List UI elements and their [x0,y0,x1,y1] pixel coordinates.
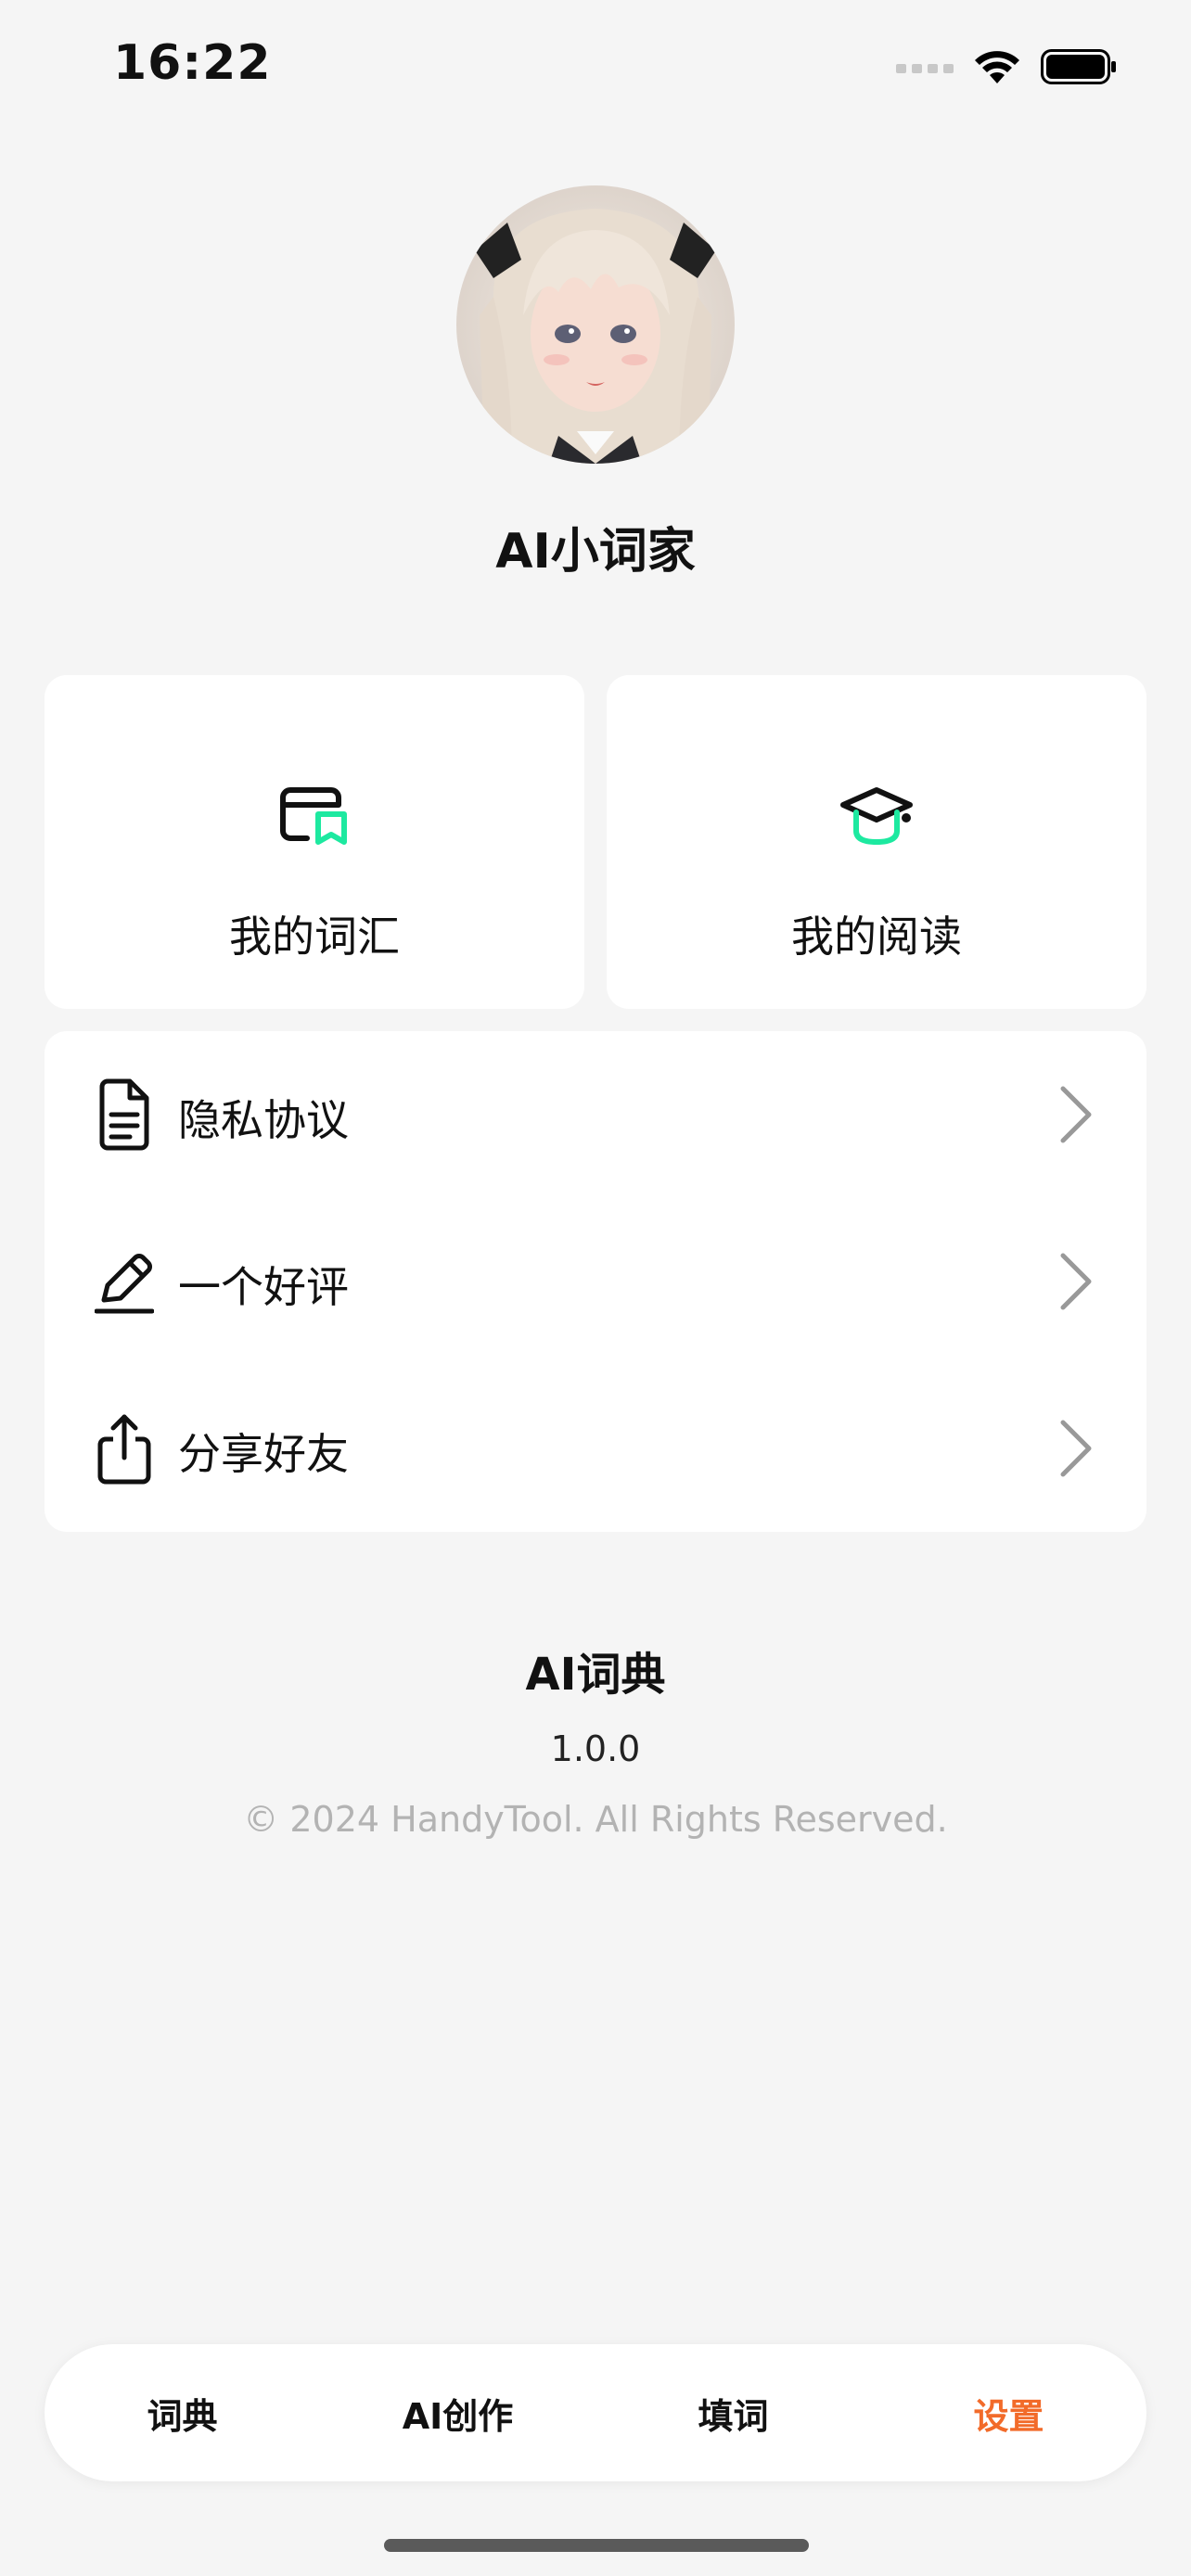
my-vocabulary-label: 我的词汇 [229,912,400,962]
wordbook-icon [280,787,347,845]
rating-label: 一个好评 [178,1262,349,1312]
tab-settings[interactable]: 设置 [871,2344,1146,2481]
share-label: 分享好友 [178,1429,349,1479]
settings-list: 隐私协议 一个好评 分享好友 [45,1031,1146,1532]
status-time: 16:22 [113,35,272,91]
footer-app-title: AI词典 [525,1649,666,1701]
privacy-label: 隐私协议 [178,1095,349,1145]
my-reading-label: 我的阅读 [791,912,962,962]
my-vocabulary-card[interactable]: 我的词汇 [45,675,584,1009]
profile-name: AI小词家 [495,524,696,580]
status-icons [896,46,1117,87]
avatar-illustration [456,185,735,464]
avatar[interactable] [456,185,735,464]
document-icon [99,1078,149,1151]
tab-fill-lyrics[interactable]: 填词 [596,2344,871,2481]
chevron-right-icon [1060,1420,1092,1477]
status-bar: 16:22 [0,0,1191,130]
list-item-rating[interactable]: 一个好评 [45,1198,1146,1365]
pencil-icon [95,1254,154,1314]
battery-icon [1041,49,1116,84]
share-icon [97,1414,151,1485]
list-item-privacy[interactable]: 隐私协议 [45,1031,1146,1198]
cellular-signal-icon [896,64,954,73]
graduation-cap-icon [840,787,913,846]
tab-ai-creation[interactable]: AI创作 [320,2344,596,2481]
tab-dictionary[interactable]: 词典 [45,2344,320,2481]
wifi-icon [975,51,1019,83]
chevron-right-icon [1060,1086,1092,1143]
chevron-right-icon [1060,1253,1092,1310]
tab-bar: 词典 AI创作 填词 设置 [45,2344,1146,2481]
home-indicator [384,2539,809,2552]
list-item-share[interactable]: 分享好友 [45,1365,1146,1532]
footer-version: 1.0.0 [550,1728,641,1769]
footer-copyright: © 2024 HandyTool. All Rights Reserved. [243,1799,948,1840]
my-reading-card[interactable]: 我的阅读 [607,675,1146,1009]
